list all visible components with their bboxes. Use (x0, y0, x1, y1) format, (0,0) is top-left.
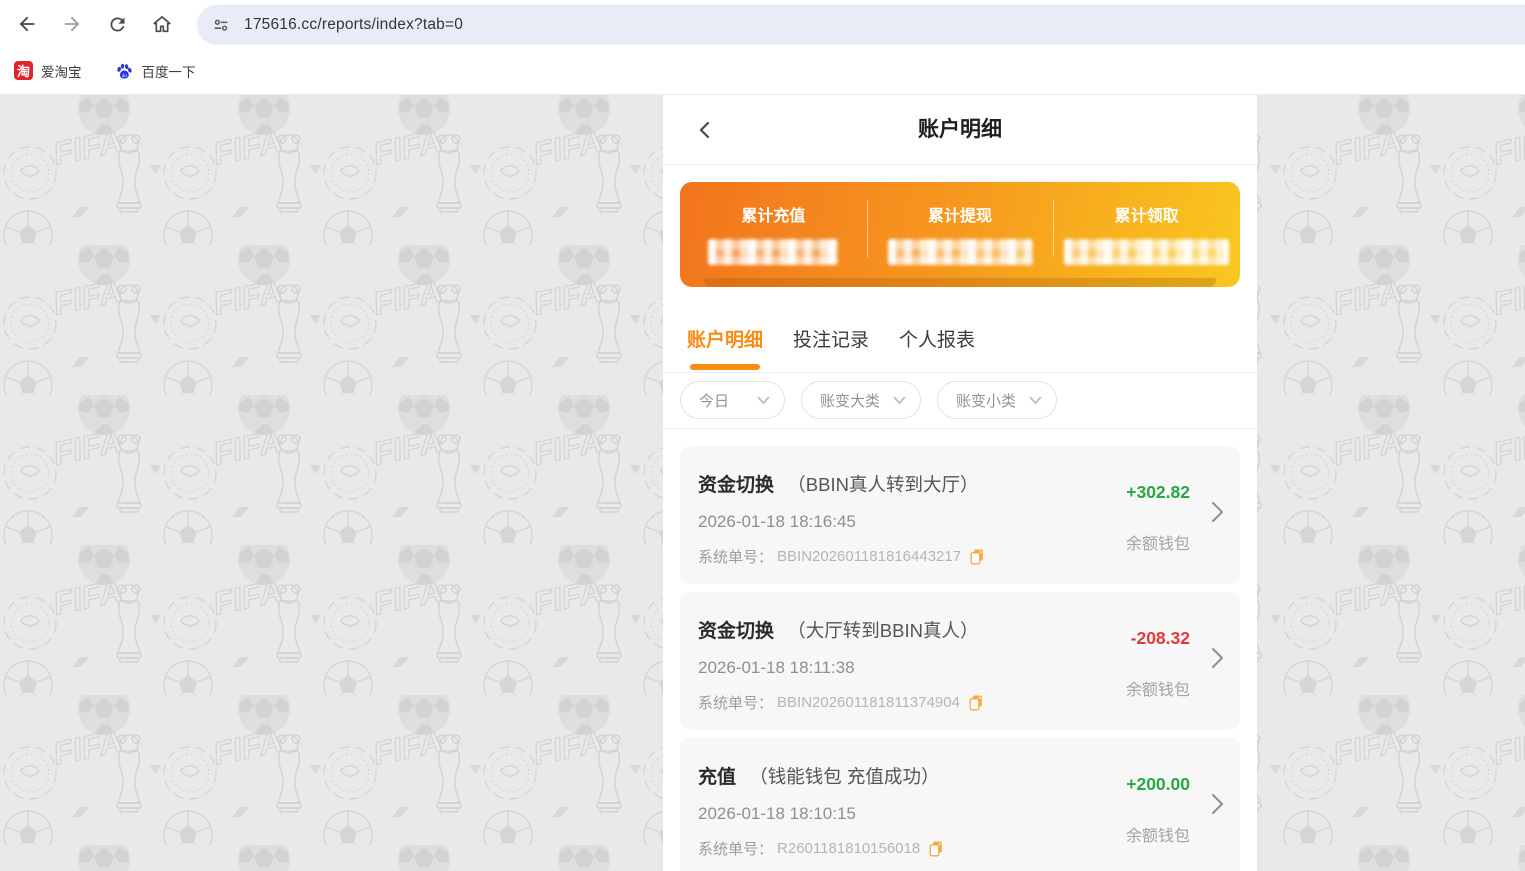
transaction-wallet: 余额钱包 (1126, 676, 1190, 700)
bookmark-baidu[interactable]: du 百度一下 (114, 61, 196, 81)
bookmark-label: 百度一下 (142, 61, 196, 81)
transaction-amount: -208.32 (1126, 628, 1190, 649)
page-title: 账户明细 (663, 95, 1257, 165)
account-detail-panel: 账户明细 累计充值 累计提现 累计领取 账户明细 (663, 95, 1257, 871)
copy-icon[interactable] (969, 548, 985, 565)
transaction-subtitle: （钱能钱包 充值成功） (749, 766, 939, 787)
order-number-value: BBIN202601181811374904 (777, 694, 960, 711)
active-tab-underline (690, 364, 760, 370)
tab-label: 投注记录 (793, 330, 869, 351)
page-background: FIFA (0, 95, 1525, 871)
home-icon (151, 13, 173, 35)
filter-category-dropdown[interactable]: 账变大类 (801, 381, 921, 419)
filter-label: 账变小类 (956, 390, 1016, 411)
order-number-label: 系统单号： (698, 692, 773, 713)
copy-icon[interactable] (928, 840, 944, 857)
transaction-card[interactable]: 充值 （钱能钱包 充值成功） 2026-01-18 18:10:15 系统单号：… (680, 738, 1240, 871)
summary-footer-strip (704, 278, 1216, 287)
redacted-value (888, 239, 1033, 265)
tab-personal-report[interactable]: 个人报表 (899, 325, 975, 372)
summary-divider (1053, 200, 1054, 257)
back-arrow-icon (16, 13, 38, 35)
reload-icon (107, 14, 128, 35)
browser-toolbar: 175616.cc/reports/index?tab=0 (0, 0, 1525, 47)
summary-total-deposit: 累计充值 (680, 182, 867, 287)
transaction-type: 资金切换 (698, 475, 774, 496)
transaction-amount: +200.00 (1126, 774, 1190, 795)
filters-bar: 今日 账变大类 账变小类 (663, 373, 1257, 429)
summary-label: 累计充值 (680, 202, 867, 226)
tab-label: 个人报表 (899, 330, 975, 351)
redacted-value (708, 239, 838, 265)
svg-text:du: du (121, 72, 127, 77)
transaction-card[interactable]: 资金切换 （大厅转到BBIN真人） 2026-01-18 18:11:38 系统… (680, 592, 1240, 730)
panel-header: 账户明细 (663, 95, 1257, 165)
summary-card: 累计充值 累计提现 累计领取 (680, 182, 1240, 287)
transaction-card[interactable]: 资金切换 （BBIN真人转到大厅） 2026-01-18 18:16:45 系统… (680, 446, 1240, 584)
transaction-wallet: 余额钱包 (1126, 530, 1190, 554)
site-settings-icon[interactable] (210, 14, 232, 36)
tab-label: 账户明细 (687, 330, 763, 351)
copy-icon[interactable] (968, 694, 984, 711)
chevron-down-icon (1029, 396, 1042, 405)
order-number-value: BBIN202601181816443217 (777, 548, 961, 565)
tabs-bar: 账户明细 投注记录 个人报表 (663, 305, 1257, 373)
filter-label: 账变大类 (820, 390, 880, 411)
transaction-amount-block: +200.00 余额钱包 (1126, 774, 1190, 846)
tab-bet-records[interactable]: 投注记录 (793, 325, 869, 372)
bookmarks-bar: 淘 爱淘宝 du 百度一下 (0, 47, 1525, 95)
order-number-label: 系统单号： (698, 546, 773, 567)
transaction-amount-block: -208.32 余额钱包 (1126, 628, 1190, 700)
transaction-type: 资金切换 (698, 621, 774, 642)
bookmark-label: 爱淘宝 (41, 61, 82, 81)
page-back-button[interactable] (691, 116, 719, 144)
browser-forward-button[interactable] (59, 11, 85, 37)
transaction-subtitle: （BBIN真人转到大厅） (787, 474, 978, 495)
browser-back-button[interactable] (14, 11, 40, 37)
baidu-paw-icon: du (114, 61, 134, 81)
chevron-down-icon (757, 396, 770, 405)
chevron-right-icon[interactable] (1211, 792, 1224, 816)
forward-arrow-icon (61, 13, 83, 35)
bookmark-taobao[interactable]: 淘 爱淘宝 (14, 61, 82, 81)
filter-subcategory-dropdown[interactable]: 账变小类 (937, 381, 1057, 419)
tab-account-detail[interactable]: 账户明细 (687, 325, 763, 372)
redacted-value (1064, 239, 1229, 265)
filter-date-dropdown[interactable]: 今日 (680, 381, 785, 419)
summary-total-withdraw: 累计提现 (867, 182, 1054, 287)
taobao-icon: 淘 (14, 61, 33, 80)
summary-divider (867, 200, 868, 257)
summary-label: 累计提现 (867, 202, 1054, 226)
transaction-list: 资金切换 （BBIN真人转到大厅） 2026-01-18 18:16:45 系统… (663, 429, 1257, 871)
address-bar[interactable]: 175616.cc/reports/index?tab=0 (197, 5, 1525, 45)
order-number-label: 系统单号： (698, 838, 773, 859)
transaction-subtitle: （大厅转到BBIN真人） (787, 620, 978, 641)
chevron-right-icon[interactable] (1211, 646, 1224, 670)
transaction-wallet: 余额钱包 (1126, 822, 1190, 846)
chevron-down-icon (893, 396, 906, 405)
summary-total-claimed: 累计领取 (1053, 182, 1240, 287)
tune-icon (212, 16, 230, 34)
summary-label: 累计领取 (1053, 202, 1240, 226)
filter-label: 今日 (699, 390, 729, 411)
url-text[interactable]: 175616.cc/reports/index?tab=0 (244, 16, 463, 34)
transaction-amount-block: +302.82 余额钱包 (1126, 482, 1190, 554)
transaction-type: 充值 (698, 767, 736, 788)
chevron-right-icon[interactable] (1211, 500, 1224, 524)
browser-reload-button[interactable] (104, 11, 130, 37)
transaction-amount: +302.82 (1126, 482, 1190, 503)
browser-home-button[interactable] (149, 11, 175, 37)
chevron-left-icon (696, 121, 714, 139)
order-number-value: R2601181810156018 (777, 840, 920, 857)
